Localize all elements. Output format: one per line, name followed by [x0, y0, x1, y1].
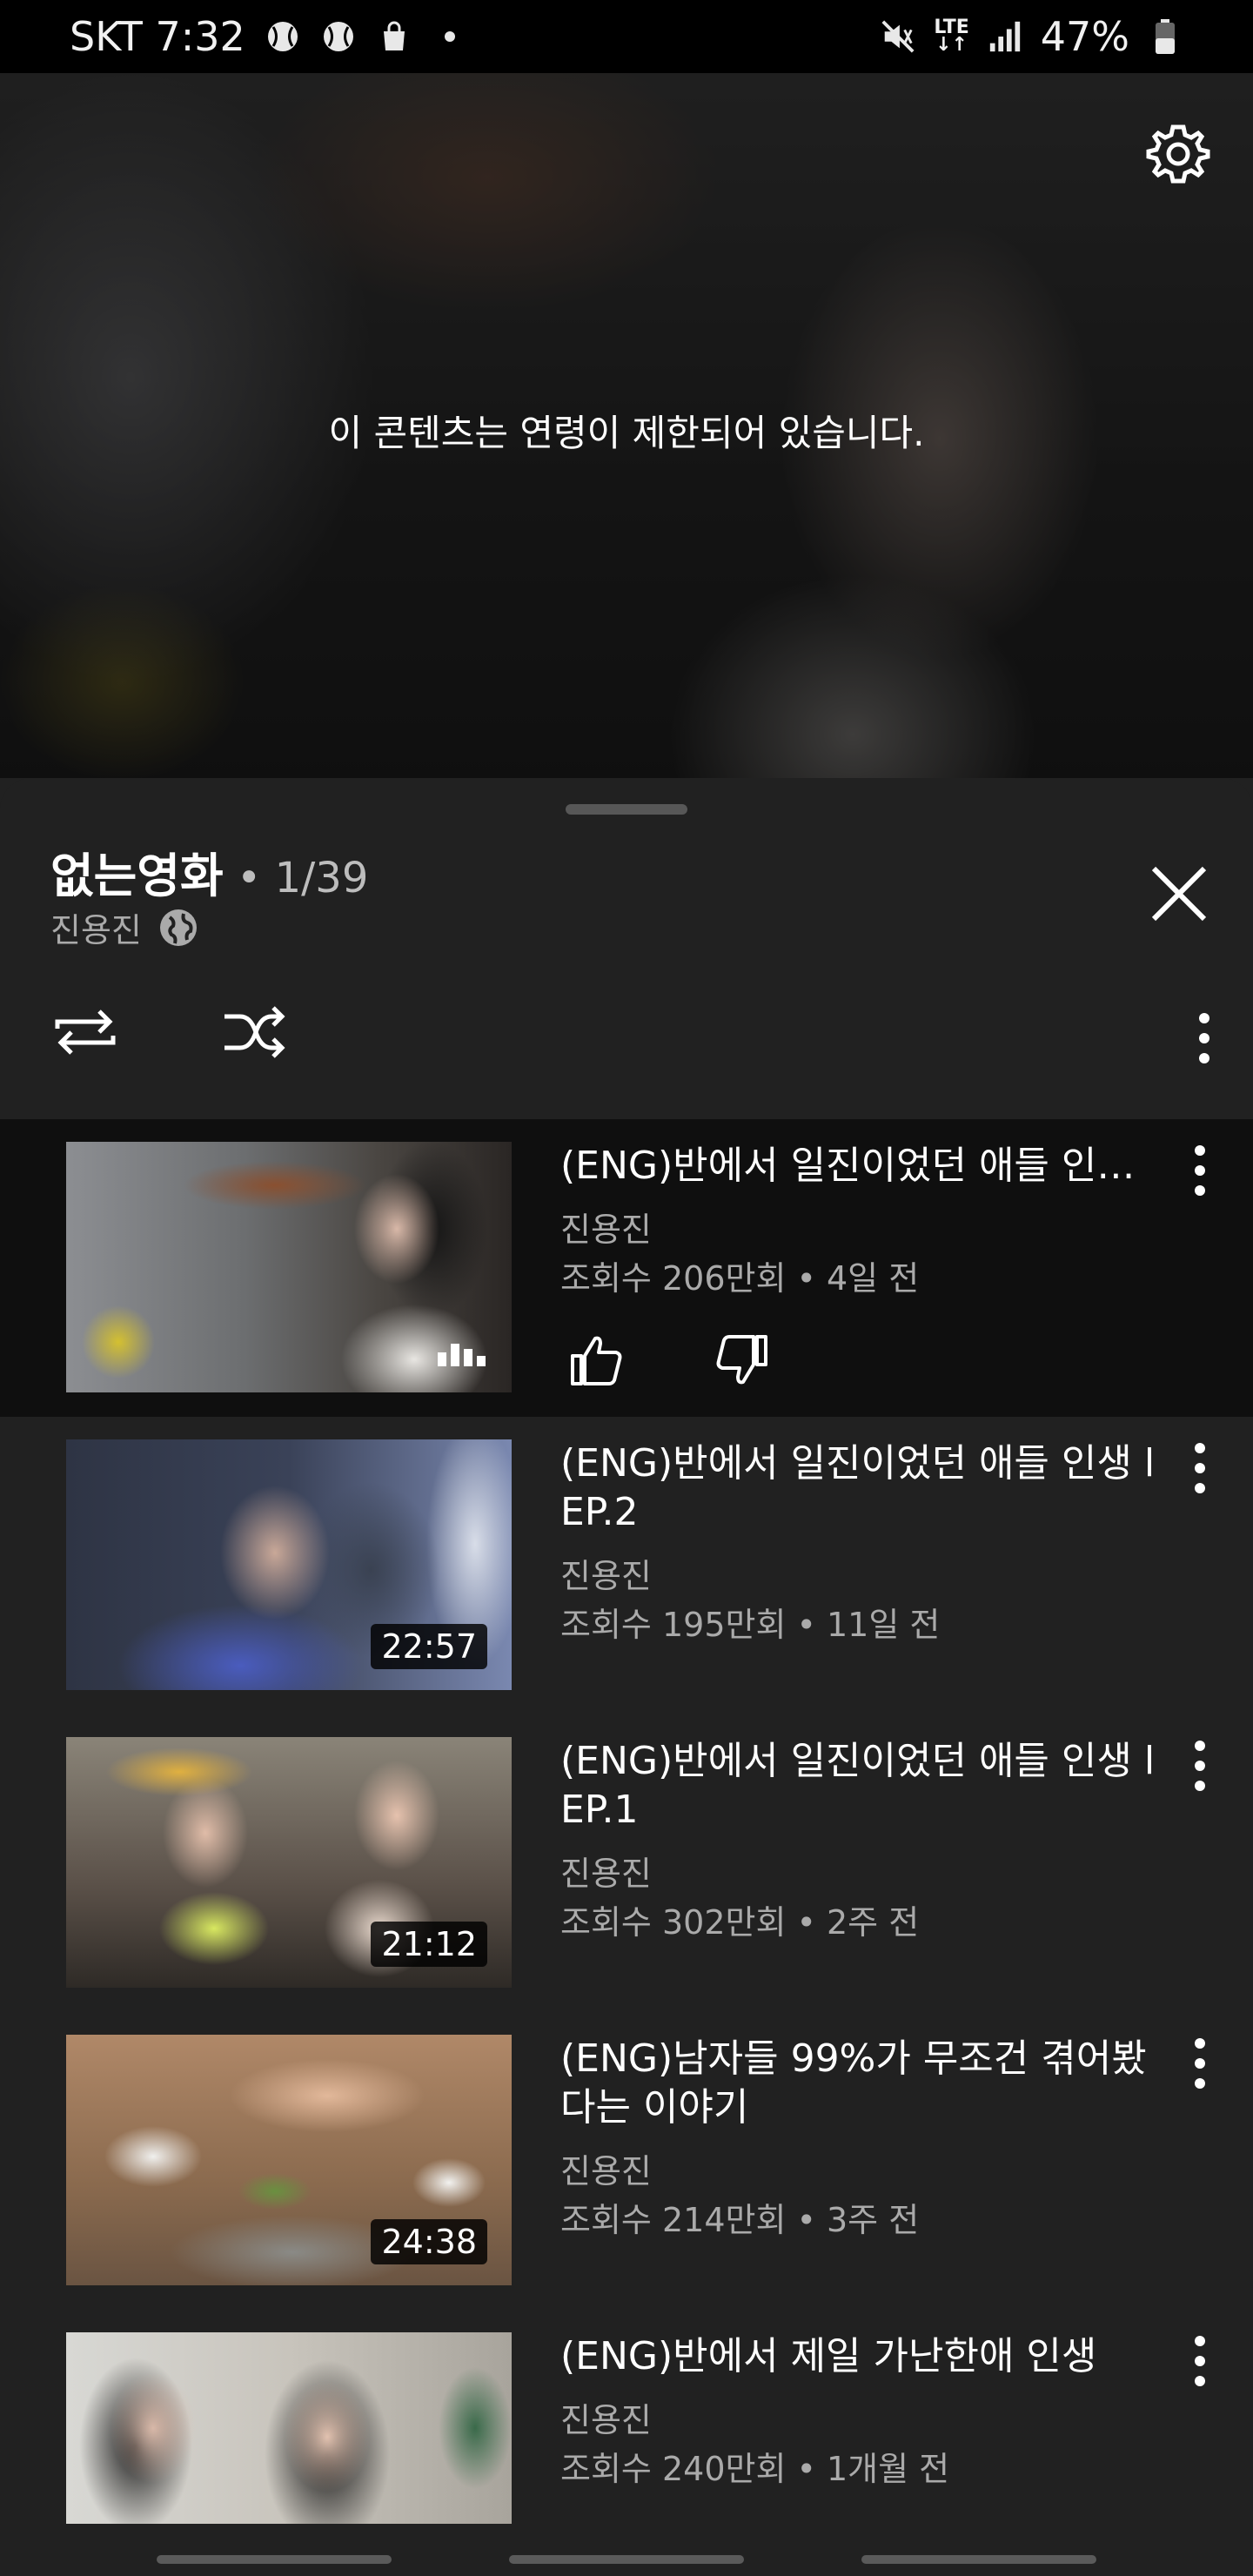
baseball-icon — [320, 18, 357, 55]
playlist-name: 없는영화 — [50, 849, 224, 903]
thumbs-down-icon — [716, 1335, 767, 1385]
video-more-button[interactable] — [1178, 1140, 1222, 1201]
video-meta: 조회수 206만회 • 4일 전 — [560, 1259, 920, 1298]
video-more-button[interactable] — [1178, 1438, 1222, 1499]
video-duration: 24:38 — [371, 2219, 487, 2264]
playlist-item[interactable]: (ENG)반에서 일진이었던 애들 인생 l EP.3 진용진 조회수 206만… — [0, 1119, 1253, 1417]
status-bar: SKT 7:32 LTE ↓↑ 47% — [0, 0, 1253, 73]
repeat-icon — [55, 1010, 116, 1055]
video-meta: 조회수 195만회 • 11일 전 — [560, 1606, 941, 1644]
now-playing-indicator — [438, 1344, 486, 1366]
video-title[interactable]: (ENG)반에서 일진이었던 애들 인생 l EP.2 — [560, 1439, 1169, 1537]
video-title[interactable]: (ENG)반에서 제일 가난한애 인생 — [560, 2332, 1169, 2381]
lte-arrows: ↓↑ — [935, 34, 968, 56]
video-more-button[interactable] — [1178, 2331, 1222, 2392]
video-duration: 21:12 — [371, 1922, 487, 1967]
more-vert-icon — [1195, 2038, 1205, 2089]
video-channel: 진용진 — [560, 2152, 652, 2190]
nav-pill[interactable] — [861, 2555, 1096, 2564]
video-meta: 조회수 302만회 • 2주 전 — [560, 1903, 920, 1942]
playlist-item[interactable]: (ENG)반에서 제일 가난한애 인생 진용진 조회수 240만회 • 1개월 … — [0, 2310, 1253, 2576]
baseball-icon — [265, 18, 301, 55]
dislike-button[interactable] — [712, 1330, 773, 1391]
lte-icon: LTE ↓↑ — [934, 18, 968, 56]
battery-percent: 47% — [1040, 13, 1129, 60]
playlist-more-button[interactable] — [1178, 1008, 1230, 1069]
nav-pill[interactable] — [157, 2555, 392, 2564]
video-title[interactable]: (ENG)반에서 일진이었던 애들 인생 l EP.1 — [560, 1737, 1169, 1835]
video-more-button[interactable] — [1178, 1735, 1222, 1796]
playlist-item[interactable]: 24:38 (ENG)남자들 99%가 무조건 겪어봤다는 이야기 진용진 조회… — [0, 2012, 1253, 2310]
video-title[interactable]: (ENG)반에서 일진이었던 애들 인생 l EP.3 — [560, 1142, 1169, 1191]
age-restricted-message: 이 콘텐츠는 연령이 제한되어 있습니다. — [328, 412, 925, 454]
video-channel: 진용진 — [560, 1855, 652, 1893]
playlist-owner-row: 진용진 — [50, 903, 199, 951]
shuffle-icon — [224, 1006, 285, 1058]
nav-pill[interactable] — [509, 2555, 744, 2564]
more-vert-icon — [1195, 1145, 1205, 1196]
video-channel: 진용진 — [560, 1211, 652, 1249]
gear-icon — [1146, 124, 1210, 184]
video-thumbnail[interactable]: 21:12 — [66, 1737, 512, 1988]
globe-icon — [159, 909, 197, 946]
settings-button[interactable] — [1143, 118, 1213, 188]
battery-icon — [1147, 18, 1183, 55]
video-duration: 22:57 — [371, 1624, 487, 1669]
video-thumbnail[interactable] — [66, 2332, 512, 2524]
dot-icon — [432, 18, 468, 55]
like-button[interactable] — [566, 1330, 626, 1391]
playlist-position: • 1/39 — [223, 854, 369, 902]
playlist-item[interactable]: 22:57 (ENG)반에서 일진이었던 애들 인생 l EP.2 진용진 조회… — [0, 1417, 1253, 1714]
close-icon — [1151, 866, 1207, 922]
playlist-item[interactable]: 21:12 (ENG)반에서 일진이었던 애들 인생 l EP.1 진용진 조회… — [0, 1714, 1253, 2012]
playlist-panel: 없는영화 • 1/39 진용진 (ENG)반에서 일진이었던 애들 인생 l 진… — [0, 778, 1253, 2576]
more-vert-icon — [1195, 1741, 1205, 1791]
mute-icon — [880, 18, 916, 55]
thumbs-up-icon — [571, 1336, 622, 1385]
video-channel: 진용진 — [560, 2401, 652, 2439]
more-vert-icon — [1199, 1013, 1209, 1063]
video-meta: 조회수 240만회 • 1개월 전 — [560, 2450, 950, 2488]
loop-button[interactable] — [50, 997, 120, 1067]
signal-icon — [987, 18, 1023, 55]
carrier-time: SKT 7:32 — [70, 13, 245, 60]
shopping-bag-icon — [376, 18, 412, 55]
video-thumbnail[interactable] — [66, 1142, 512, 1392]
playlist-owner: 진용진 — [50, 911, 142, 949]
drag-handle[interactable] — [566, 804, 687, 815]
video-meta: 조회수 214만회 • 3주 전 — [560, 2201, 920, 2239]
video-more-button[interactable] — [1178, 2033, 1222, 2094]
video-thumbnail[interactable]: 22:57 — [66, 1439, 512, 1690]
playlist-title: 없는영화 • 1/39 — [50, 837, 368, 906]
shuffle-button[interactable] — [219, 997, 289, 1067]
more-vert-icon — [1195, 1443, 1205, 1493]
video-player[interactable]: 이 콘텐츠는 연령이 제한되어 있습니다. — [0, 73, 1253, 778]
close-playlist-button[interactable] — [1140, 855, 1218, 933]
more-vert-icon — [1195, 2336, 1205, 2386]
video-thumbnail[interactable]: 24:38 — [66, 2035, 512, 2285]
video-title[interactable]: (ENG)남자들 99%가 무조건 겪어봤다는 이야기 — [560, 2035, 1169, 2132]
video-channel: 진용진 — [560, 1557, 652, 1595]
